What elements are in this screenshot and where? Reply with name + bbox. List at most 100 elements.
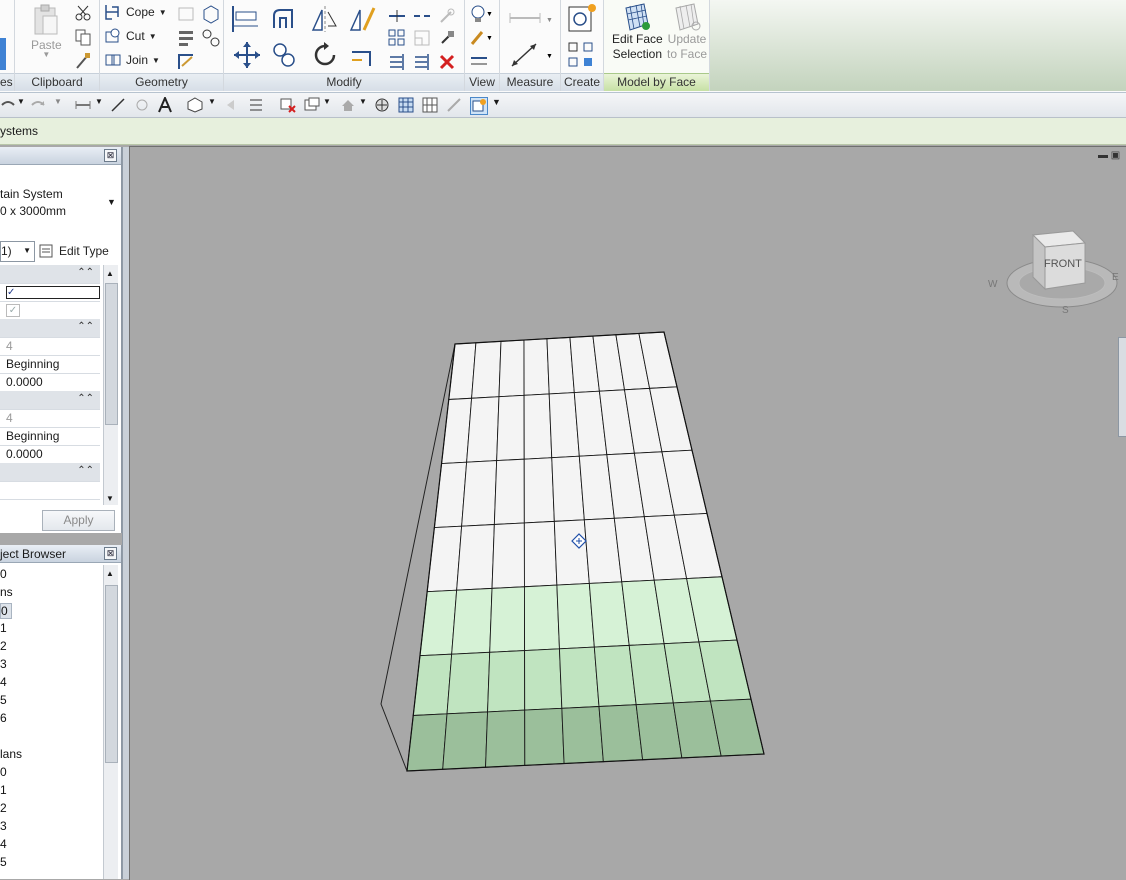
- delete-icon[interactable]: [437, 52, 459, 74]
- paste-dropdown-arrow[interactable]: ▼: [42, 51, 50, 59]
- redo-icon[interactable]: [30, 97, 46, 113]
- curtain-panel[interactable]: [471, 340, 502, 399]
- panel-splitter[interactable]: [122, 147, 129, 879]
- curtain-panel[interactable]: [487, 650, 526, 713]
- curtain-system-model[interactable]: [130, 147, 1126, 880]
- project-browser-close-icon[interactable]: ⊠: [104, 547, 117, 560]
- move-icon[interactable]: [232, 40, 262, 70]
- create-similar-icon[interactable]: [566, 3, 598, 35]
- curtain-panel[interactable]: [466, 396, 500, 463]
- paint-icon[interactable]: [176, 52, 198, 74]
- scroll-thumb[interactable]: [105, 283, 118, 425]
- trim-single-icon[interactable]: [412, 52, 434, 74]
- match-properties-button[interactable]: [74, 52, 92, 70]
- tag-icon[interactable]: [134, 97, 150, 113]
- scroll-down-arrow[interactable]: ▼: [106, 494, 114, 503]
- cut-geometry-button[interactable]: Cut ▼: [104, 27, 157, 45]
- switch-windows-icon[interactable]: [304, 97, 320, 113]
- curtain-panel[interactable]: [433, 461, 468, 529]
- redo-dropdown-arrow[interactable]: ▼: [54, 97, 62, 113]
- curtain-panel[interactable]: [561, 706, 604, 764]
- browser-tree-item[interactable]: 4: [0, 837, 7, 851]
- active-selection-filter-icon[interactable]: [470, 97, 488, 115]
- dimension-dropdown-arrow[interactable]: ▼: [95, 97, 103, 113]
- property-group-header-3[interactable]: ⌃⌃: [0, 463, 100, 482]
- property-row-grid1-number[interactable]: 4: [0, 337, 100, 356]
- property-group-header-grid2[interactable]: ⌃⌃: [0, 391, 100, 410]
- customize-toolbar-arrow[interactable]: ▼: [492, 97, 501, 113]
- browser-tree-item[interactable]: 2: [0, 639, 7, 653]
- section-icon[interactable]: [224, 97, 240, 113]
- browser-tree-item[interactable]: 4: [0, 675, 7, 689]
- browser-tree-item[interactable]: 3: [0, 657, 7, 671]
- offset-icon[interactable]: [270, 4, 300, 34]
- property-row-grid1-justification[interactable]: Beginning: [0, 355, 100, 374]
- demolish-icon[interactable]: [176, 28, 198, 50]
- undo-icon[interactable]: [0, 97, 16, 113]
- lightbulb-icon[interactable]: ▼: [469, 4, 493, 26]
- apply-button[interactable]: Apply: [42, 510, 115, 531]
- curtain-panel[interactable]: [523, 457, 555, 524]
- browser-tree-item[interactable]: 3: [0, 819, 7, 833]
- split-face-icon[interactable]: [201, 4, 223, 26]
- scroll-up-arrow[interactable]: ▲: [106, 269, 114, 278]
- copy-element-icon[interactable]: [270, 40, 300, 70]
- split-with-gap-icon[interactable]: [412, 6, 434, 28]
- home-icon[interactable]: [340, 97, 356, 113]
- properties-button-partial[interactable]: [0, 38, 6, 70]
- connect-icon[interactable]: [201, 28, 223, 50]
- browser-tree-item[interactable]: ns: [0, 585, 13, 599]
- aligned-dimension-qat-icon[interactable]: [75, 97, 91, 113]
- split-element-icon[interactable]: [387, 6, 409, 28]
- copy-button[interactable]: [74, 28, 92, 46]
- edit-type-button[interactable]: Edit Type: [39, 241, 109, 260]
- pin-icon[interactable]: [437, 28, 459, 50]
- hide-element-icon[interactable]: [446, 97, 462, 113]
- browser-tree-item[interactable]: 0: [0, 765, 7, 779]
- property-row-grid2-number[interactable]: 4: [0, 409, 100, 428]
- switch-windows-dropdown-arrow[interactable]: ▼: [323, 97, 331, 113]
- curtain-panel[interactable]: [461, 460, 498, 527]
- curtain-panel[interactable]: [498, 339, 525, 398]
- text-icon[interactable]: [157, 95, 173, 113]
- curtain-panel[interactable]: [442, 711, 489, 770]
- browser-tree-item[interactable]: 0: [0, 603, 12, 619]
- edit-face-selection-button[interactable]: Edit Face Selection: [612, 2, 663, 61]
- trim-multiple-icon[interactable]: [387, 52, 409, 74]
- browser-tree-item[interactable]: 1: [0, 783, 7, 797]
- curtain-panel[interactable]: [523, 520, 558, 588]
- browser-tree-item[interactable]: 2: [0, 801, 7, 815]
- curtain-panel[interactable]: [496, 394, 525, 462]
- 3d-view-icon[interactable]: [187, 97, 203, 113]
- browser-tree-item[interactable]: 1: [0, 621, 7, 635]
- curtain-grid-icon[interactable]: [422, 97, 438, 113]
- curtain-panel[interactable]: [451, 587, 493, 655]
- curtain-panel[interactable]: [524, 707, 565, 766]
- rotate-icon[interactable]: [310, 40, 340, 70]
- undo-dropdown-arrow[interactable]: ▼: [17, 97, 25, 113]
- browser-tree-item[interactable]: lans: [0, 747, 22, 761]
- property-group-header-grid1[interactable]: ⌃⌃: [0, 319, 100, 338]
- property-row-empty[interactable]: [0, 481, 100, 500]
- paste-button[interactable]: Paste ▼: [31, 4, 62, 59]
- property-row-grid2-angle[interactable]: 0.0000: [0, 445, 100, 464]
- cope-button[interactable]: Cope ▼: [104, 3, 167, 21]
- browser-tree-item[interactable]: 5: [0, 693, 7, 707]
- curtain-panel[interactable]: [551, 455, 585, 522]
- 3d-viewport[interactable]: ▬ ▣ FRONT W S E: [129, 146, 1126, 880]
- curtain-panel[interactable]: [419, 589, 458, 657]
- mirror-draw-axis-icon[interactable]: [348, 4, 378, 34]
- curtain-panel[interactable]: [485, 709, 526, 768]
- 3d-view-dropdown-arrow[interactable]: ▼: [208, 97, 216, 113]
- cut-clipboard-button[interactable]: [74, 4, 92, 22]
- curtain-panel[interactable]: [456, 524, 495, 591]
- browser-tree-item[interactable]: 5: [0, 855, 7, 869]
- curtain-panel[interactable]: [524, 584, 560, 652]
- close-hidden-windows-icon[interactable]: [280, 97, 296, 113]
- cope-dropdown-arrow[interactable]: ▼: [159, 8, 167, 17]
- linework-icon[interactable]: [469, 52, 491, 74]
- curtain-panel[interactable]: [493, 458, 525, 525]
- measure-qat-icon[interactable]: [110, 97, 126, 113]
- curtain-panel[interactable]: [598, 704, 644, 763]
- property-group-header[interactable]: ⌃⌃: [0, 265, 100, 284]
